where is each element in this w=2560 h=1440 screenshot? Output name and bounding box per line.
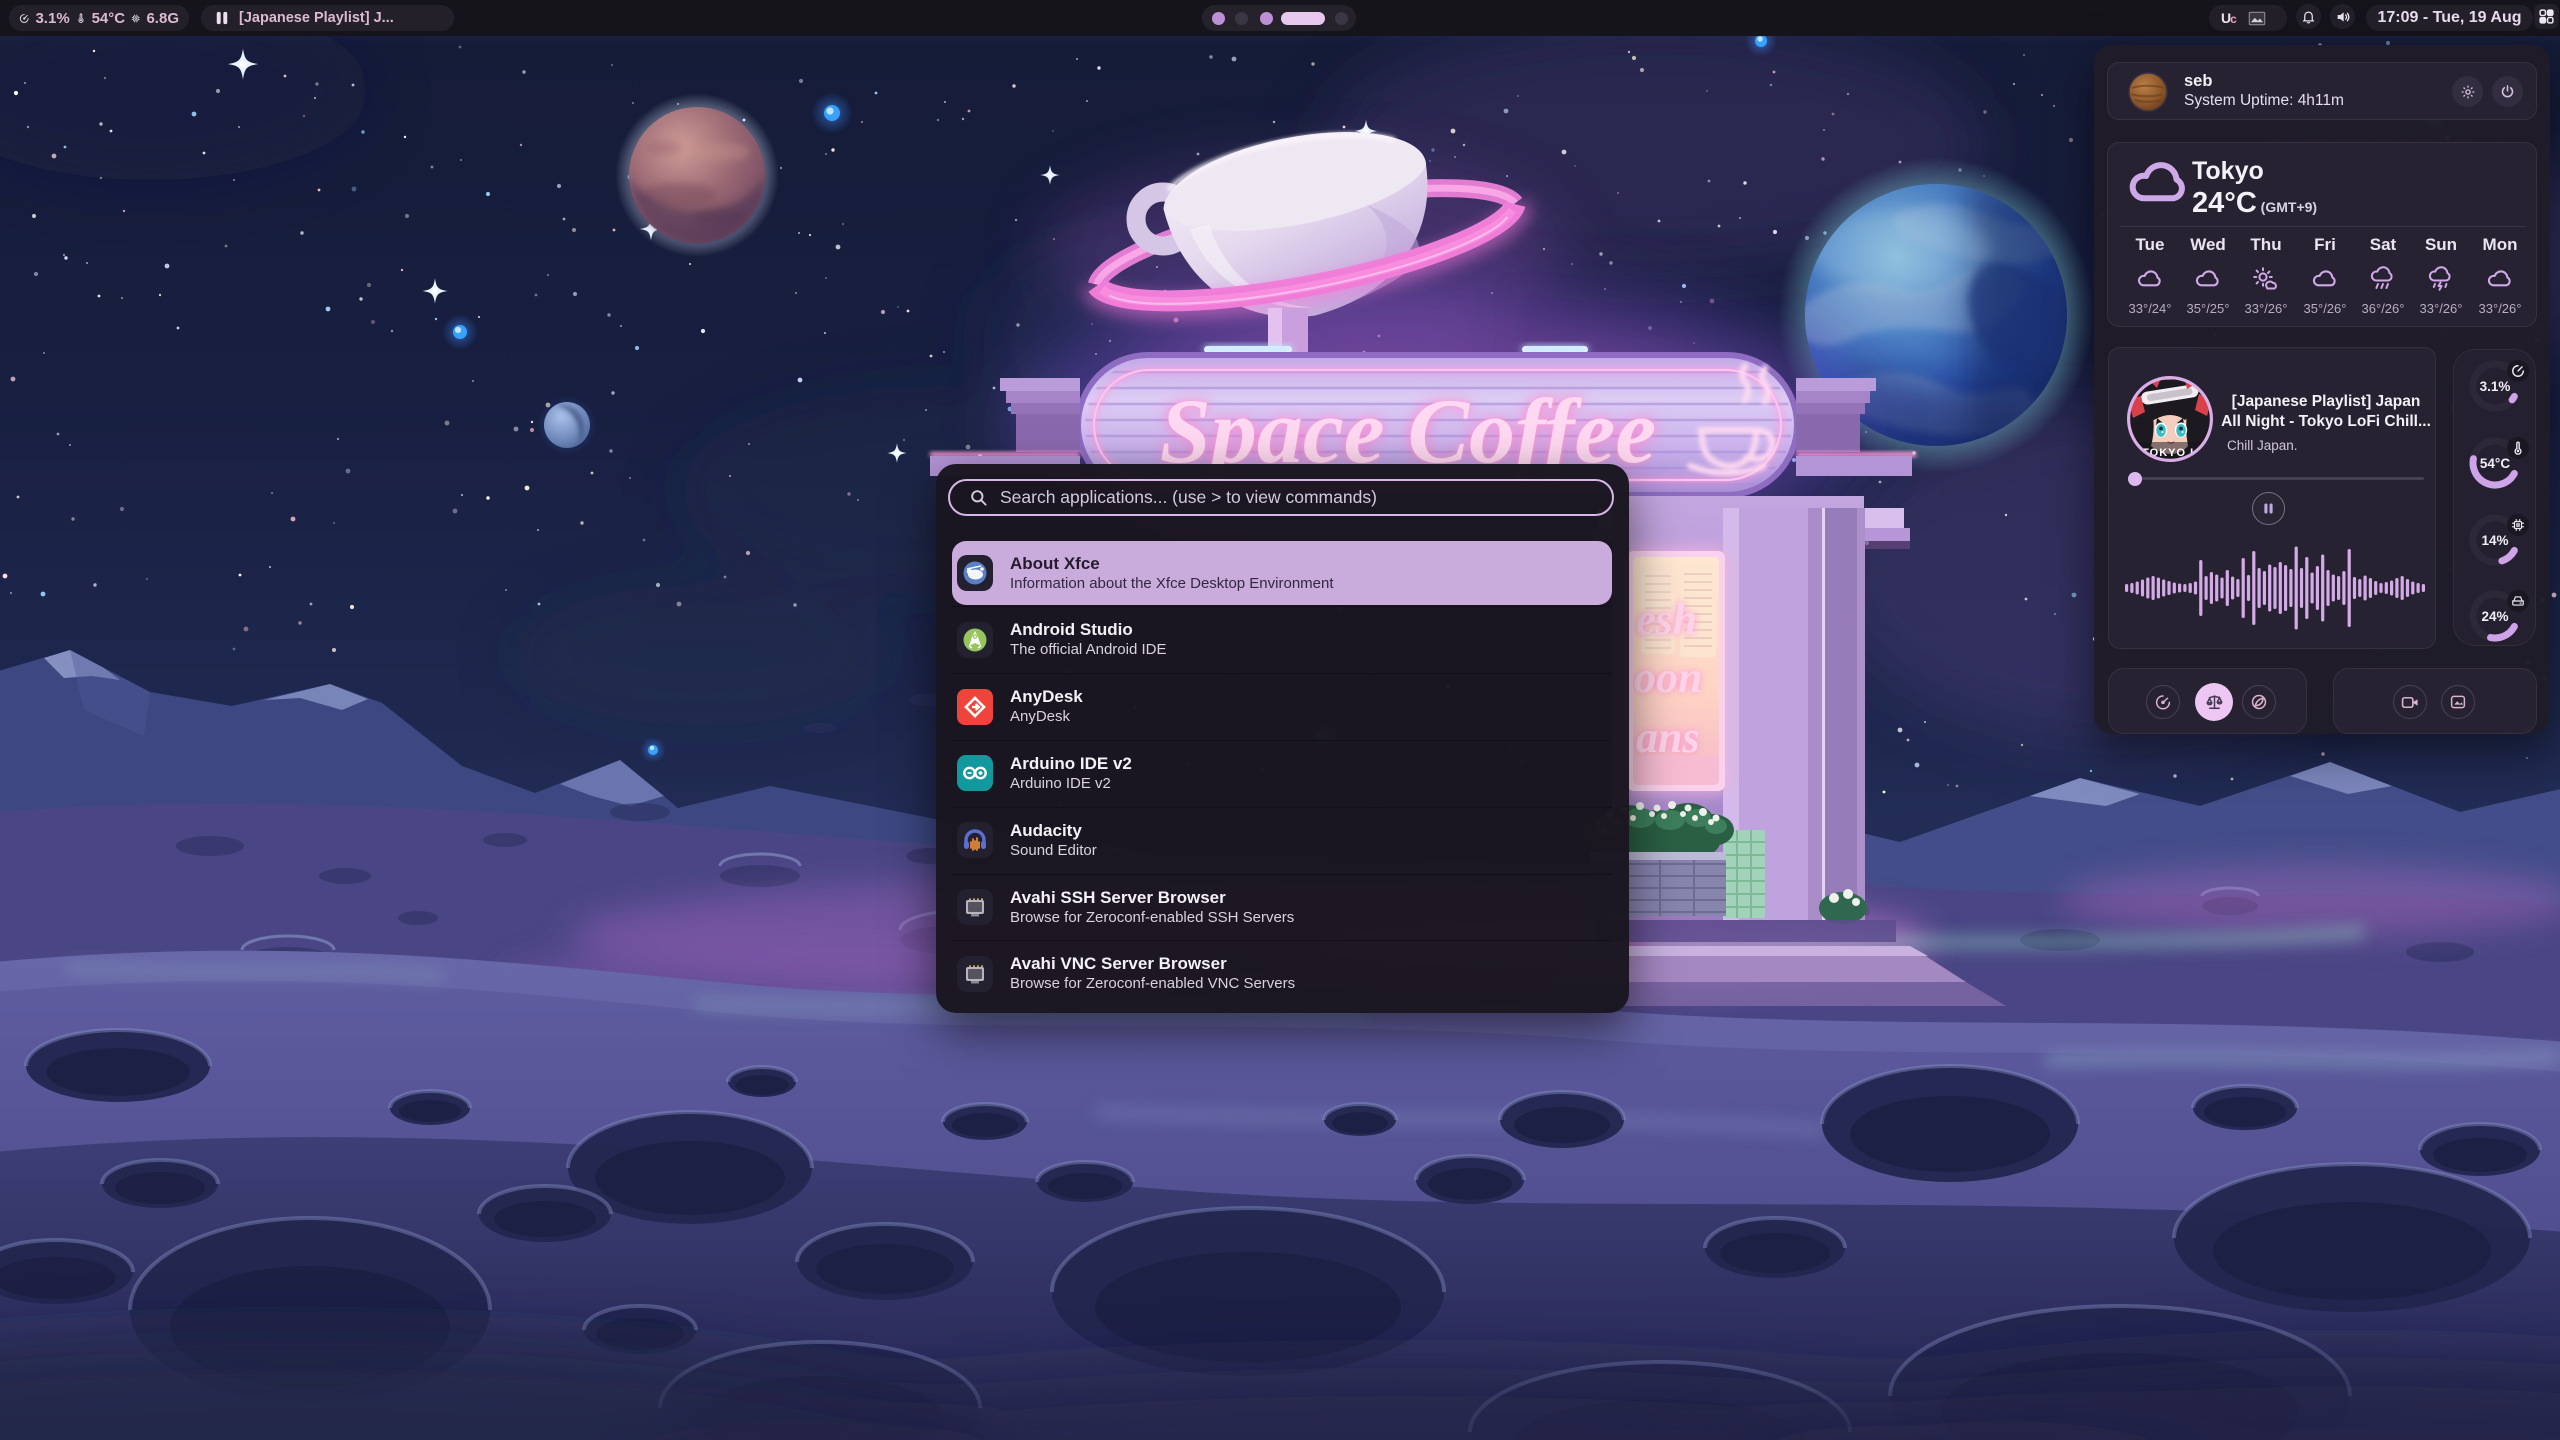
svg-text:ans: ans: [1636, 713, 1700, 762]
svg-text:3.1%: 3.1%: [2480, 379, 2511, 394]
svg-text:oon: oon: [1634, 653, 1702, 702]
svg-text:24%: 24%: [2481, 609, 2508, 624]
svg-text:esh: esh: [1636, 595, 1697, 644]
svg-text:14%: 14%: [2481, 533, 2508, 548]
svg-text:54°C: 54°C: [2480, 456, 2510, 471]
